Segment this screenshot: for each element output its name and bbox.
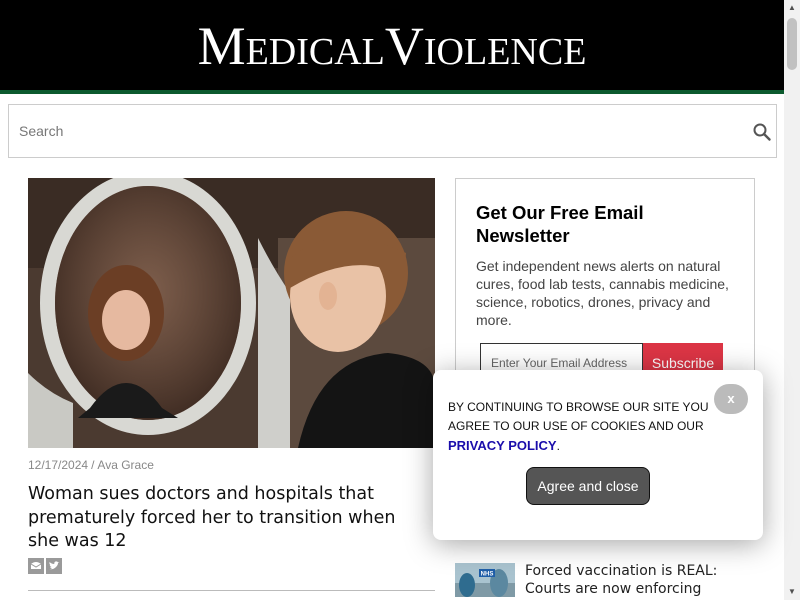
article-author[interactable]: Ava Grace <box>97 458 153 472</box>
newsletter-description: Get independent news alerts on natural c… <box>476 258 729 328</box>
search-input[interactable] <box>19 119 719 143</box>
twitter-icon[interactable] <box>46 558 62 574</box>
article-hero-image[interactable] <box>28 178 435 448</box>
email-share-icon[interactable] <box>28 558 44 574</box>
newsletter-title: Get Our Free Email Newsletter <box>476 202 644 246</box>
header-accent-bar <box>0 90 784 94</box>
thumbnail-label: NHS <box>481 572 494 578</box>
scroll-up-arrow-icon[interactable]: ▲ <box>784 0 800 16</box>
close-button[interactable]: x <box>714 384 748 414</box>
logo-part: M <box>197 16 246 76</box>
cookie-message-text: BY CONTINUING TO BROWSE OUR SITE YOU AGR… <box>448 400 709 433</box>
hero-illustration <box>28 178 435 448</box>
article-divider <box>28 590 435 591</box>
site-header: MEDICALVIOLENCE <box>0 0 784 90</box>
thumbnail-illustration: NHS <box>455 563 515 597</box>
popular-article-title[interactable]: Forced vaccination is REAL: Courts are n… <box>525 562 755 600</box>
logo-part: V <box>384 16 424 76</box>
scroll-thumb[interactable] <box>787 18 797 70</box>
cookie-period: . <box>556 439 560 453</box>
article-meta: 12/17/2024/Ava Grace <box>28 458 154 472</box>
search-icon[interactable] <box>752 122 772 142</box>
popular-article-thumbnail[interactable]: NHS <box>455 563 515 597</box>
article-date: 12/17/2024 <box>28 458 89 472</box>
page-scrollbar[interactable]: ▲ ▼ <box>784 0 800 600</box>
agree-and-close-button[interactable]: Agree and close <box>526 467 650 505</box>
search-bar <box>8 104 777 158</box>
logo-part: IOLENCE <box>423 31 587 73</box>
cookie-message: BY CONTINUING TO BROWSE OUR SITE YOU AGR… <box>448 398 710 456</box>
article-title[interactable]: Woman sues doctors and hospitals that pr… <box>28 483 428 554</box>
cookie-consent-dialog: x BY CONTINUING TO BROWSE OUR SITE YOU A… <box>433 370 763 540</box>
scroll-down-arrow-icon[interactable]: ▼ <box>784 584 800 600</box>
meta-separator: / <box>91 458 95 472</box>
site-logo[interactable]: MEDICALVIOLENCE <box>0 18 784 80</box>
share-buttons <box>28 558 64 574</box>
privacy-policy-link[interactable]: PRIVACY POLICY <box>448 438 557 453</box>
logo-part: EDICAL <box>245 31 385 73</box>
